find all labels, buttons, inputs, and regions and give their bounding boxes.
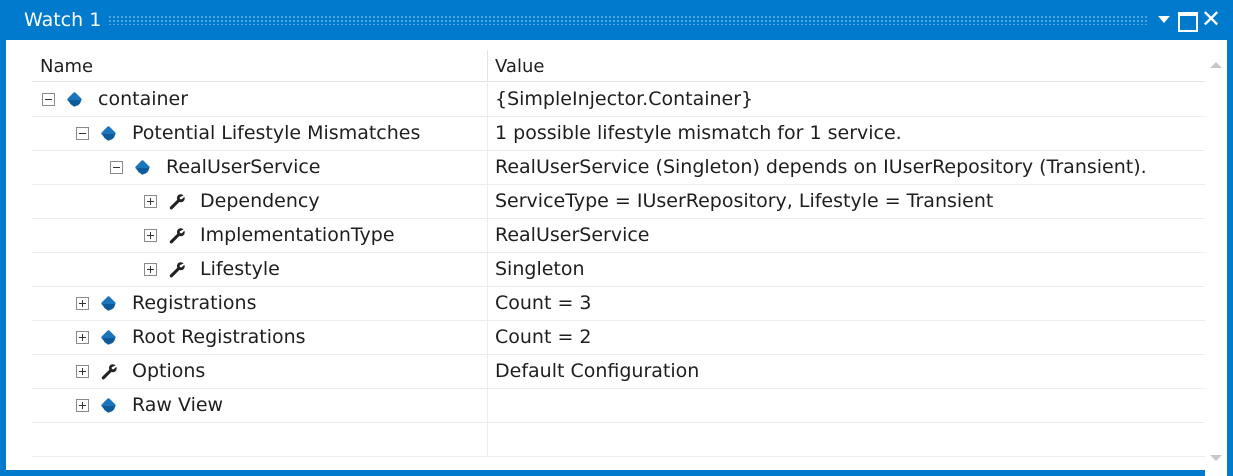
watch-row[interactable]: Raw View [32, 389, 1205, 423]
title-bar[interactable]: Watch 1 ✕ [0, 0, 1233, 40]
row-name: Root Registrations [132, 326, 306, 348]
column-divider [487, 219, 488, 253]
dropdown-arrow-icon[interactable] [1154, 6, 1176, 34]
column-divider [487, 389, 488, 423]
object-icon [100, 125, 118, 143]
watch-window: Watch 1 ✕ Name Value container {SimpleInj… [0, 0, 1233, 476]
watch-row[interactable]: Lifestyle Singleton [32, 253, 1205, 287]
row-value[interactable]: Count = 3 [495, 292, 592, 314]
watch-row[interactable]: Root Registrations Count = 2 [32, 321, 1205, 355]
watch-row[interactable]: ImplementationType RealUserService [32, 219, 1205, 253]
column-header: Name Value [32, 50, 1205, 82]
vertical-scrollbar[interactable] [1205, 50, 1227, 476]
window-title: Watch 1 [24, 9, 102, 31]
collapse-icon[interactable] [110, 161, 123, 174]
watch-row[interactable]: Potential Lifestyle Mismatches 1 possible… [32, 117, 1205, 151]
wrench-icon [168, 227, 186, 245]
value-column-header[interactable]: Value [495, 56, 544, 77]
title-grip[interactable] [108, 15, 1147, 25]
row-value[interactable]: ServiceType = IUserRepository, Lifestyle… [495, 190, 993, 212]
row-name: Lifestyle [200, 258, 280, 280]
column-divider [487, 117, 488, 151]
wrench-icon [100, 363, 118, 381]
expand-icon[interactable] [76, 399, 89, 412]
row-value[interactable]: Default Configuration [495, 360, 699, 382]
scroll-down-icon[interactable] [1210, 455, 1222, 461]
row-value[interactable]: RealUserService (Singleton) depends on I… [495, 156, 1147, 178]
collapse-icon[interactable] [42, 93, 55, 106]
object-icon [66, 91, 84, 109]
object-icon [100, 329, 118, 347]
watch-row[interactable]: Dependency ServiceType = IUserRepository,… [32, 185, 1205, 219]
watch-row[interactable]: container {SimpleInjector.Container} [32, 83, 1205, 117]
scroll-up-icon[interactable] [1210, 62, 1222, 68]
expand-icon[interactable] [144, 263, 157, 276]
column-divider [487, 253, 488, 287]
wrench-icon [168, 261, 186, 279]
column-divider [487, 151, 488, 185]
object-icon [134, 159, 152, 177]
row-name: Dependency [200, 190, 320, 212]
column-divider [487, 355, 488, 389]
row-name: Options [132, 360, 206, 382]
close-icon[interactable]: ✕ [1200, 6, 1222, 34]
row-value[interactable]: Singleton [495, 258, 585, 280]
expand-icon[interactable] [144, 229, 157, 242]
row-value[interactable]: Count = 2 [495, 326, 592, 348]
expand-icon[interactable] [76, 297, 89, 310]
row-value[interactable]: 1 possible lifestyle mismatch for 1 serv… [495, 122, 902, 144]
watch-grid: Name Value container {SimpleInjector.Cont… [6, 40, 1227, 476]
row-name: ImplementationType [200, 224, 395, 246]
column-divider [487, 185, 488, 219]
watch-row[interactable]: Registrations Count = 3 [32, 287, 1205, 321]
expand-icon[interactable] [76, 365, 89, 378]
column-divider [487, 83, 488, 117]
empty-row[interactable] [32, 423, 1205, 457]
row-name: container [98, 88, 189, 110]
object-icon [100, 397, 118, 415]
watch-row[interactable]: RealUserService RealUserService (Singleto… [32, 151, 1205, 185]
row-value[interactable]: RealUserService [495, 224, 650, 246]
watch-row[interactable]: Options Default Configuration [32, 355, 1205, 389]
column-divider [487, 321, 488, 355]
row-value[interactable]: {SimpleInjector.Container} [495, 88, 753, 110]
maximize-icon[interactable] [1176, 6, 1198, 34]
column-divider[interactable] [487, 50, 488, 82]
row-name: RealUserService [166, 156, 321, 178]
row-name: Raw View [132, 394, 224, 416]
expand-icon[interactable] [144, 195, 157, 208]
column-divider [487, 287, 488, 321]
row-name: Registrations [132, 292, 257, 314]
expand-icon[interactable] [76, 331, 89, 344]
object-icon [100, 295, 118, 313]
name-column-header[interactable]: Name [40, 56, 93, 77]
row-name: Potential Lifestyle Mismatches [132, 122, 421, 144]
collapse-icon[interactable] [76, 127, 89, 140]
watch-rows: container {SimpleInjector.Container} Poten… [32, 83, 1205, 457]
column-divider [487, 423, 488, 457]
wrench-icon [168, 193, 186, 211]
